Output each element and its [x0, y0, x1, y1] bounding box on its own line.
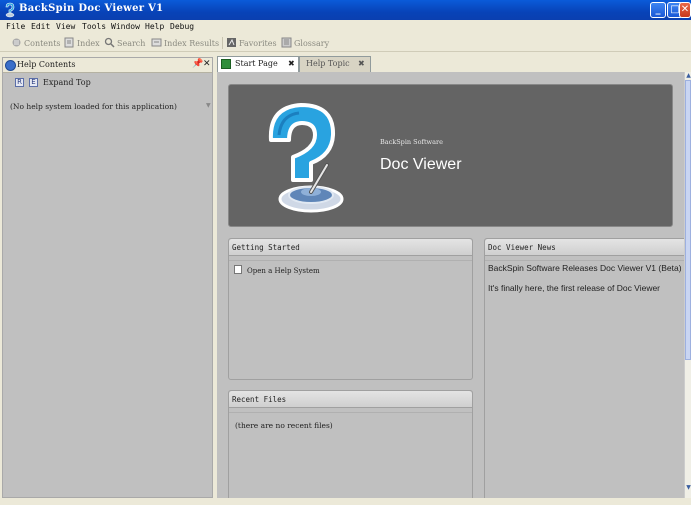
toolbar-index-button[interactable]: Index: [64, 37, 100, 49]
tab-start-page[interactable]: Start Page ✖: [217, 56, 299, 72]
news-body: BackSpin Software Releases Doc Viewer V1…: [485, 260, 684, 498]
status-bar: [0, 498, 691, 505]
toolbar-glossary-button[interactable]: Glossary: [281, 37, 329, 49]
search-icon: [104, 37, 115, 48]
start-page-content: BackSpin Software Doc Viewer Getting Sta…: [217, 72, 684, 498]
menu-bar: File Edit View Tools Window Help Debug: [0, 20, 691, 34]
help-contents-header: Help Contents 📌 ✕: [3, 58, 212, 73]
scroll-down-icon[interactable]: ▼: [685, 484, 691, 492]
recent-files-body: (there are no recent files): [229, 412, 472, 498]
toolbar-separator: [222, 37, 223, 49]
news-summary: It's finally here, the first release of …: [488, 283, 661, 293]
toolbar-glossary-label: Glossary: [294, 39, 330, 48]
question-mark-spinner-logo: [268, 103, 344, 213]
menu-edit[interactable]: Edit: [31, 22, 50, 31]
contents-icon: [12, 38, 21, 47]
menu-file[interactable]: File: [6, 22, 25, 31]
title-bar: BackSpin Doc Viewer V1 _ □ ✕: [0, 0, 691, 20]
news-title: Doc Viewer News: [485, 239, 684, 256]
scroll-indicator-icon: ▼: [206, 102, 211, 109]
start-page-icon: [221, 59, 231, 69]
open-help-system-link[interactable]: Open a Help System: [234, 265, 320, 275]
banner: BackSpin Software Doc Viewer: [228, 84, 673, 227]
getting-started-title: Getting Started: [229, 239, 472, 256]
tab-close-icon[interactable]: ✖: [288, 57, 295, 71]
favorites-icon: [227, 38, 236, 47]
help-globe-icon: [5, 60, 16, 71]
product-name: Doc Viewer: [380, 156, 462, 173]
menu-window[interactable]: Window: [111, 22, 140, 31]
toolbar: Contents Index Search Index Results Favo…: [0, 34, 691, 52]
getting-started-panel: Getting Started Open a Help System: [228, 238, 473, 380]
tab-help-topic-label: Help Topic: [306, 59, 350, 68]
scroll-up-icon[interactable]: ▲: [685, 72, 691, 80]
open-help-system-label: Open a Help System: [247, 267, 320, 275]
menu-view[interactable]: View: [56, 22, 75, 31]
window-title: BackSpin Doc Viewer V1: [19, 3, 164, 14]
document-tabs: Start Page ✖ Help Topic ✖: [216, 54, 691, 72]
minimize-button[interactable]: _: [650, 2, 666, 18]
toolbar-favorites-label: Favorites: [239, 39, 277, 48]
toolbar-index-results-label: Index Results: [164, 39, 220, 48]
expand-icon[interactable]: E: [29, 78, 38, 87]
scroll-thumb[interactable]: [685, 80, 691, 360]
index-results-icon: [151, 38, 162, 47]
app-icon: [5, 2, 15, 18]
recent-files-title: Recent Files: [229, 391, 472, 408]
vertical-scrollbar[interactable]: ▲ ▼: [684, 72, 691, 498]
expand-top-button[interactable]: Expand Top: [43, 78, 91, 87]
tab-help-topic[interactable]: Help Topic ✖: [299, 56, 371, 72]
close-button[interactable]: ✕: [679, 2, 691, 18]
toolbar-search-button[interactable]: Search: [104, 37, 145, 49]
toolbar-search-label: Search: [117, 39, 146, 48]
toolbar-favorites-button[interactable]: Favorites: [226, 37, 277, 49]
help-contents-toolbar: R E Expand Top ▼: [3, 74, 212, 109]
toolbar-contents-label: Contents: [24, 39, 61, 48]
index-icon: [64, 37, 74, 48]
news-headline: BackSpin Software Releases Doc Viewer V1…: [488, 263, 682, 273]
no-help-message: (No help system loaded for this applicat…: [10, 102, 177, 111]
menu-debug[interactable]: Debug: [170, 22, 194, 31]
getting-started-body: Open a Help System: [229, 260, 472, 379]
news-panel: Doc Viewer News BackSpin Software Releas…: [484, 238, 684, 498]
glossary-icon: [281, 37, 292, 48]
help-contents-title: Help Contents: [17, 60, 76, 69]
tab-close-icon[interactable]: ✖: [358, 57, 365, 71]
tab-start-page-label: Start Page: [235, 59, 278, 68]
toolbar-contents-button[interactable]: Contents: [11, 37, 61, 49]
recent-files-panel: Recent Files (there are no recent files): [228, 390, 473, 498]
menu-help[interactable]: Help: [145, 22, 164, 31]
pin-icon[interactable]: 📌: [192, 59, 203, 69]
menu-tools[interactable]: Tools: [82, 22, 106, 31]
toolbar-index-results-button[interactable]: Index Results: [151, 37, 219, 49]
refresh-icon[interactable]: R: [15, 78, 24, 87]
document-icon: [234, 265, 242, 274]
company-name: BackSpin Software: [380, 138, 443, 146]
help-contents-panel: Help Contents 📌 ✕ R E Expand Top ▼ (No h…: [2, 57, 213, 498]
close-panel-icon[interactable]: ✕: [203, 59, 211, 69]
toolbar-index-label: Index: [77, 39, 100, 48]
no-recent-files-message: (there are no recent files): [235, 421, 333, 430]
